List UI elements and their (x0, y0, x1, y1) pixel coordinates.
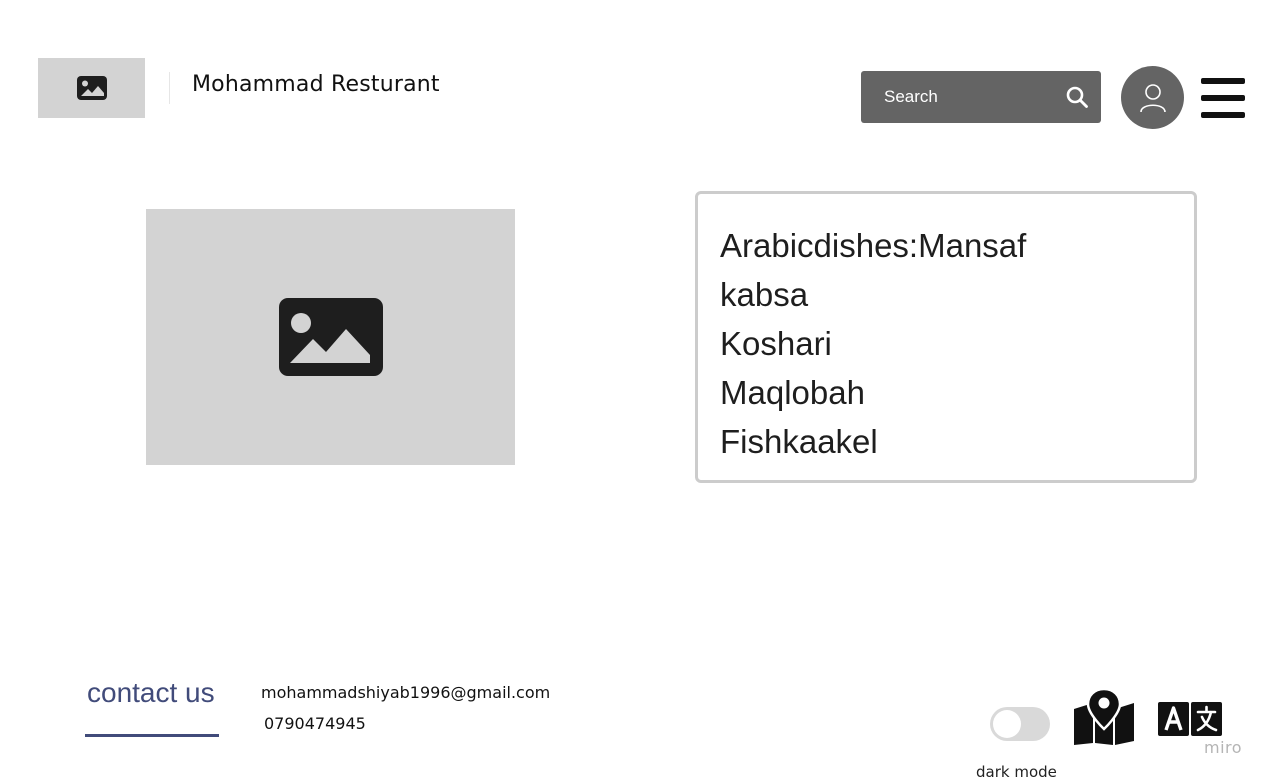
contact-underline (85, 734, 219, 737)
map-pin-icon[interactable] (1073, 689, 1135, 745)
page: Mohammad Resturant Arabicdishes:Mansaf k… (0, 0, 1274, 784)
dish-item: Maqlobah (720, 374, 865, 411)
contact-us-link[interactable]: contact us (87, 677, 215, 709)
avatar-button[interactable] (1121, 66, 1184, 129)
hero-image-placeholder (146, 209, 515, 465)
logo[interactable] (38, 58, 145, 118)
search-icon[interactable] (1065, 85, 1089, 109)
dish-item: Fishkaakel (720, 423, 878, 460)
image-icon (76, 76, 107, 100)
dark-mode-toggle[interactable] (990, 707, 1050, 741)
toggle-knob (993, 710, 1021, 738)
contact-phone[interactable]: 0790474945 (264, 714, 366, 733)
dish-item: kabsa (720, 276, 809, 313)
search-input[interactable] (884, 87, 1054, 107)
header-divider (169, 72, 170, 104)
brand-name: Mohammad Resturant (192, 72, 440, 97)
miro-watermark: miro (1204, 738, 1243, 757)
dish-item: Arabicdishes:Mansaf (720, 227, 1027, 264)
image-icon (278, 298, 383, 376)
translate-icon[interactable] (1158, 702, 1222, 736)
dish-item: Koshari (720, 325, 832, 362)
user-icon (1139, 83, 1166, 112)
dark-mode-label: dark mode (976, 763, 1057, 781)
dish-list-card: Arabicdishes:Mansaf kabsa Koshari Maqlob… (695, 191, 1197, 483)
contact-email[interactable]: mohammadshiyab1996@gmail.com (261, 683, 550, 702)
hamburger-menu-icon[interactable] (1201, 78, 1245, 118)
search-bar[interactable] (861, 71, 1101, 123)
